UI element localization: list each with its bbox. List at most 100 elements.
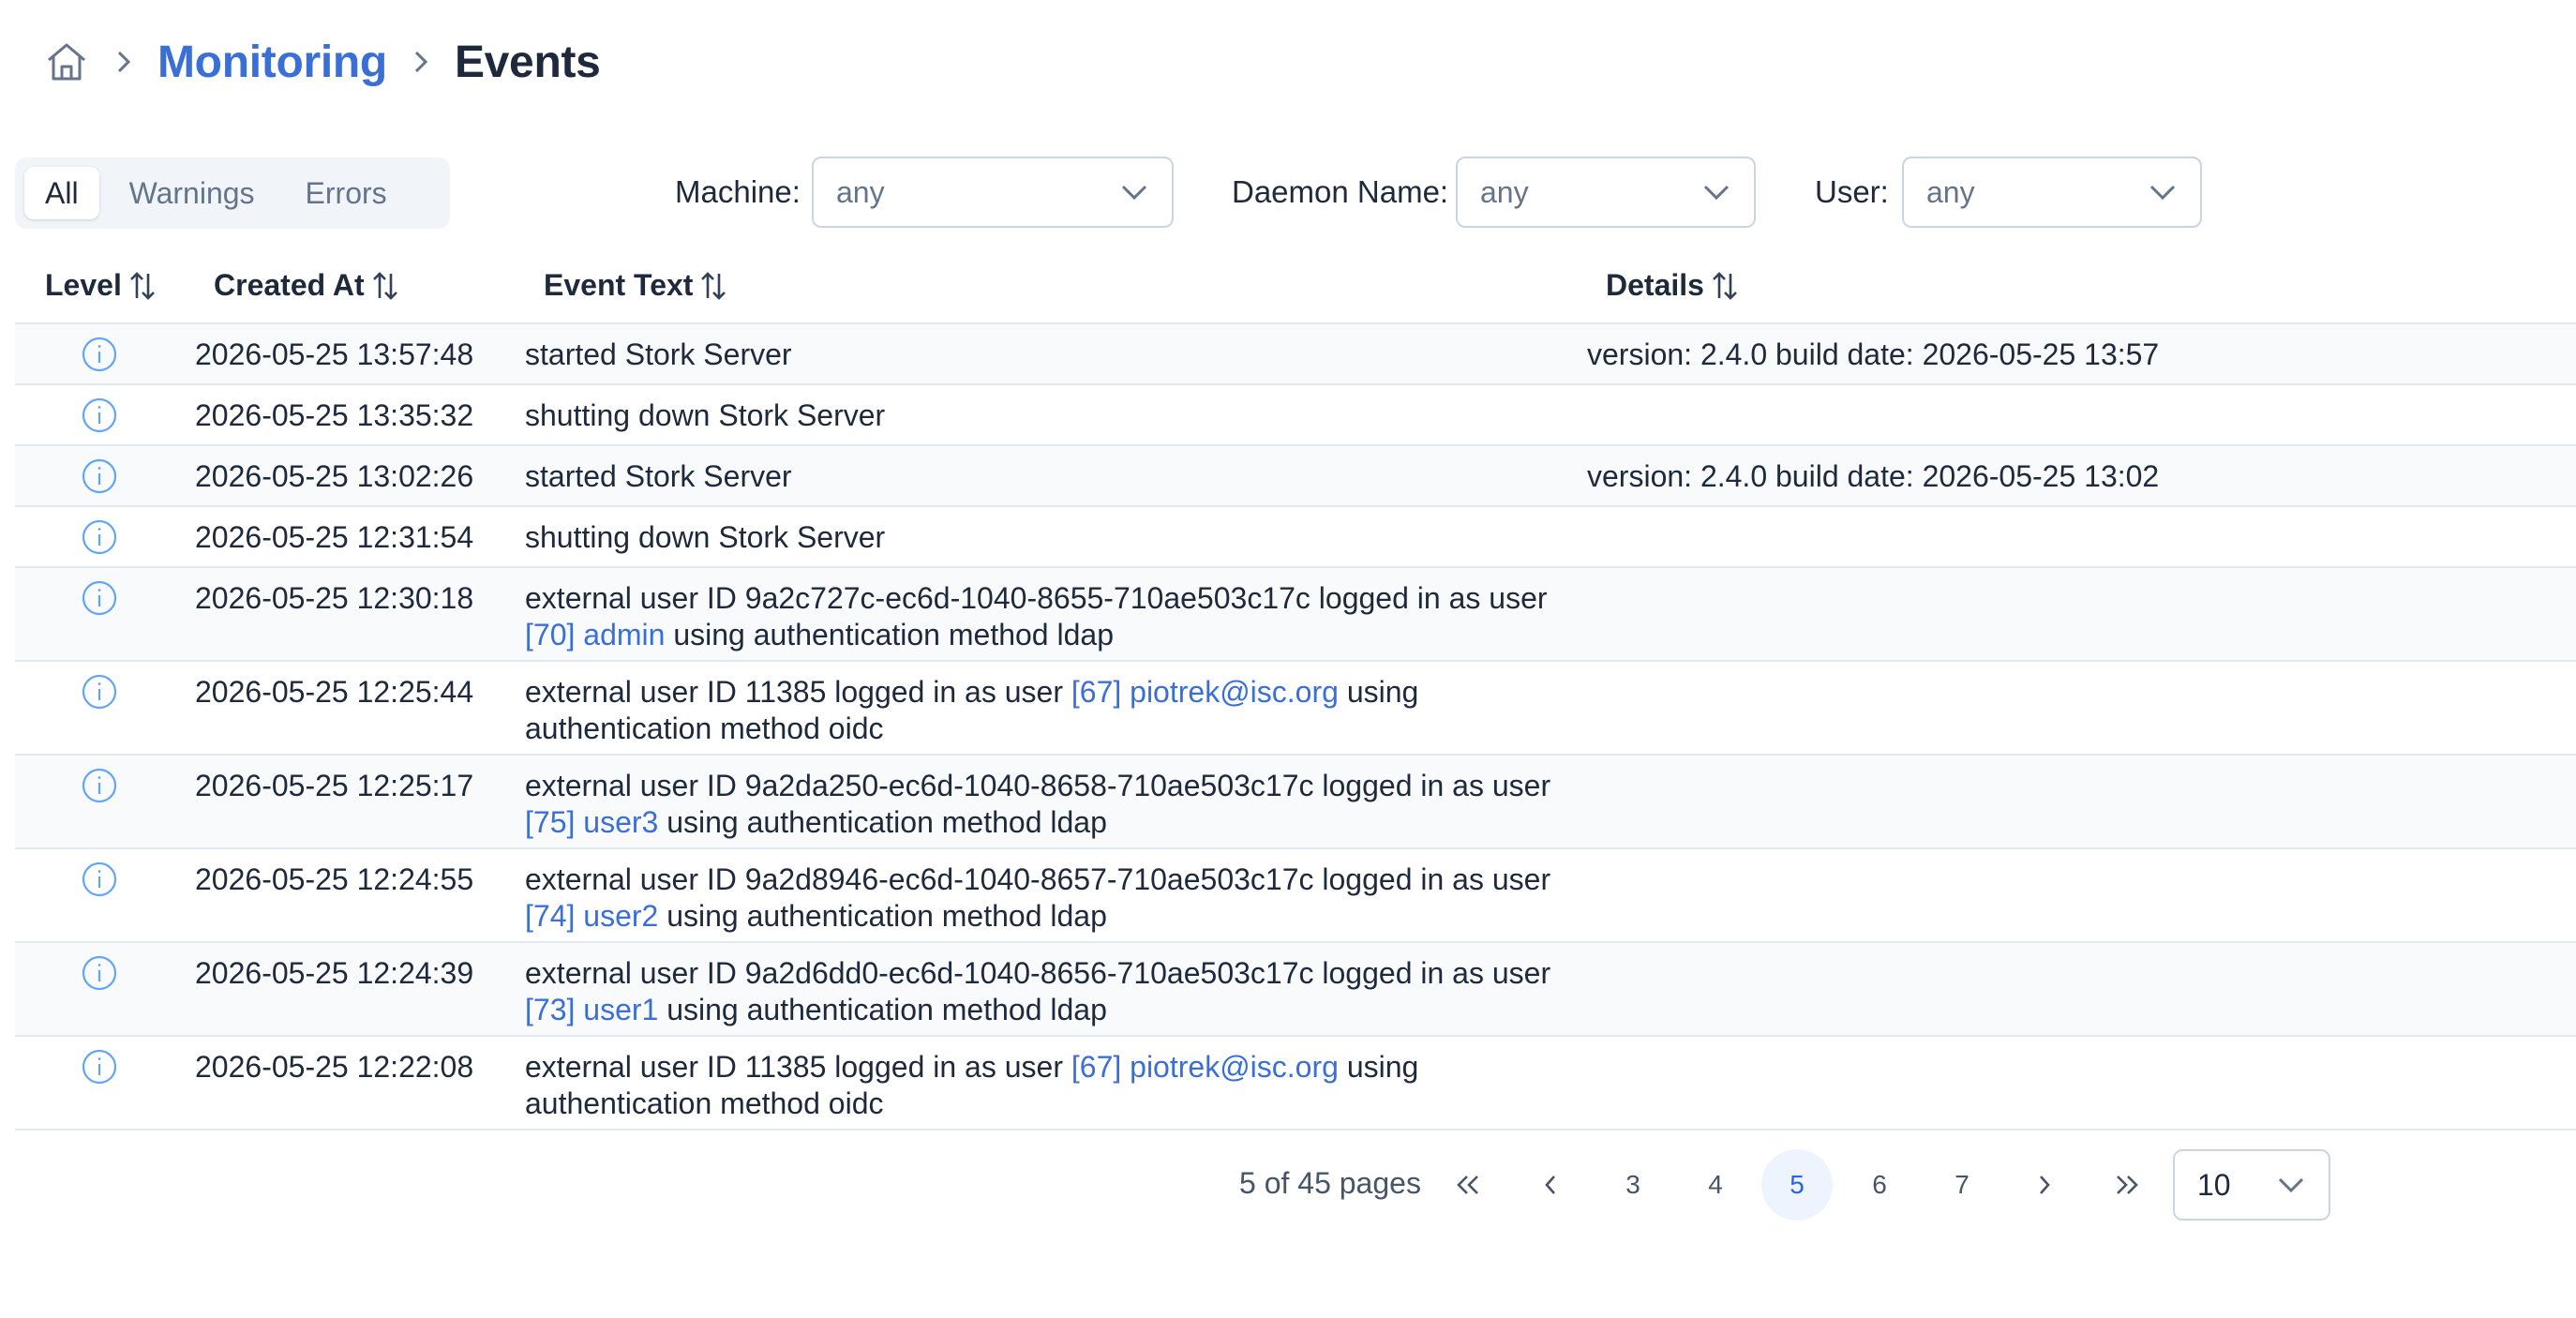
event-text: external user ID 11385 logged in as user (525, 1050, 1071, 1084)
tab-errors[interactable]: Errors (285, 167, 408, 219)
page-button-3[interactable]: 3 (1597, 1149, 1669, 1221)
column-header-created-at[interactable]: Created At (214, 268, 400, 303)
info-icon (82, 674, 117, 710)
info-icon (82, 519, 117, 555)
event-text-cell: started Stork Server (525, 337, 1594, 373)
created-at-cell: 2026-05-25 12:24:39 (195, 956, 474, 990)
chevron-down-icon (1701, 177, 1731, 207)
info-icon (82, 768, 117, 803)
home-icon[interactable] (43, 38, 90, 85)
created-at-cell: 2026-05-25 12:22:08 (195, 1050, 474, 1084)
details-cell: version: 2.4.0 build date: 2026-05-25 13… (1587, 337, 2160, 371)
details-cell: version: 2.4.0 build date: 2026-05-25 13… (1587, 459, 2160, 493)
daemon-select[interactable]: any (1456, 157, 1756, 228)
machine-select[interactable]: any (812, 157, 1174, 228)
table-row: 2026-05-25 12:25:17 external user ID 9a2… (15, 756, 2576, 849)
created-at-cell: 2026-05-25 13:57:48 (195, 337, 474, 371)
first-page-button[interactable] (1432, 1149, 1504, 1221)
user-select-value: any (1926, 174, 1975, 209)
event-text: using authentication method ldap (665, 618, 1114, 652)
sort-icon (129, 271, 155, 300)
info-icon (82, 397, 117, 433)
chevron-down-icon (1119, 177, 1149, 207)
table-row: 2026-05-25 12:31:54 shutting down Stork … (15, 507, 2576, 568)
machine-filter-label: Machine: (675, 174, 801, 209)
double-chevron-right-icon (2117, 1176, 2138, 1194)
breadcrumb-monitoring[interactable]: Monitoring (157, 37, 387, 88)
rows-per-page-select[interactable]: 10 (2173, 1149, 2330, 1221)
event-text: external user ID 9a2d8946-ec6d-1040-8657… (525, 862, 1551, 896)
event-text: using authentication method ldap (658, 993, 1107, 1026)
chevron-down-icon (2148, 177, 2178, 207)
user-filter-label: User: (1815, 174, 1889, 209)
created-at-cell: 2026-05-25 12:31:54 (195, 520, 474, 554)
user-link[interactable]: [73] user1 (525, 993, 658, 1026)
page-button-6[interactable]: 6 (1844, 1149, 1915, 1221)
user-link[interactable]: [67] piotrek@isc.org (1071, 675, 1339, 709)
info-icon (82, 337, 117, 372)
event-text: external user ID 9a2d6dd0-ec6d-1040-8656… (525, 956, 1551, 990)
info-icon (82, 580, 117, 616)
event-text-cell: external user ID 11385 logged in as user… (525, 674, 1462, 747)
sort-icon (1713, 271, 1737, 300)
table-row: 2026-05-25 12:24:55 external user ID 9a2… (15, 849, 2576, 943)
table-header: Level Created At Event Text Details (15, 246, 2576, 324)
table-row: 2026-05-25 13:57:48 started Stork Server… (15, 324, 2576, 385)
event-text-cell: external user ID 9a2d8946-ec6d-1040-8657… (525, 861, 1594, 935)
next-page-button[interactable] (2009, 1149, 2080, 1221)
event-text-cell: external user ID 11385 logged in as user… (525, 1049, 1462, 1122)
user-link[interactable]: [74] user2 (525, 899, 658, 933)
event-text-cell: external user ID 9a2d6dd0-ec6d-1040-8656… (525, 955, 1594, 1028)
rows-per-page-value: 10 (2197, 1167, 2231, 1202)
daemon-select-value: any (1480, 174, 1529, 209)
chevron-right-icon (402, 43, 440, 81)
created-at-cell: 2026-05-25 13:02:26 (195, 459, 474, 493)
chevron-down-icon (2276, 1170, 2306, 1200)
column-header-label: Details (1606, 268, 1704, 302)
table-row: 2026-05-25 13:35:32 shutting down Stork … (15, 385, 2576, 446)
table-row: 2026-05-25 12:24:39 external user ID 9a2… (15, 943, 2576, 1037)
table-row: 2026-05-25 13:02:26 started Stork Server… (15, 446, 2576, 507)
column-header-label: Created At (214, 268, 365, 302)
tab-warnings[interactable]: Warnings (109, 167, 276, 219)
event-text: shutting down Stork Server (525, 398, 886, 432)
page-info: 5 of 45 pages (1239, 1166, 1421, 1200)
sort-icon (372, 271, 397, 300)
level-filter-tabs: All Warnings Errors (15, 157, 450, 229)
created-at-cell: 2026-05-25 12:25:17 (195, 769, 474, 802)
info-icon (82, 861, 117, 897)
event-text-cell: shutting down Stork Server (525, 519, 1594, 556)
created-at-cell: 2026-05-25 12:30:18 (195, 581, 474, 615)
event-text: external user ID 11385 logged in as user (525, 675, 1071, 709)
events-page: Monitoring Events All Warnings Errors Ma… (0, 0, 2576, 1318)
created-at-cell: 2026-05-25 12:24:55 (195, 862, 474, 896)
page-button-4[interactable]: 4 (1680, 1149, 1751, 1221)
event-text: started Stork Server (525, 459, 792, 493)
last-page-button[interactable] (2091, 1149, 2163, 1221)
user-link[interactable]: [70] admin (525, 618, 665, 652)
previous-page-button[interactable] (1515, 1149, 1586, 1221)
column-header-details[interactable]: Details (1606, 268, 1740, 303)
created-at-cell: 2026-05-25 13:35:32 (195, 398, 474, 432)
event-text-cell: shutting down Stork Server (525, 397, 1594, 434)
user-link[interactable]: [75] user3 (525, 805, 658, 839)
event-text: started Stork Server (525, 337, 792, 371)
event-text: using authentication method ldap (658, 899, 1107, 933)
chevron-right-icon (105, 43, 142, 81)
chevron-right-icon (2040, 1176, 2050, 1194)
breadcrumb: Monitoring Events (43, 34, 601, 90)
column-header-event-text[interactable]: Event Text (544, 268, 728, 303)
event-text-cell: started Stork Server (525, 458, 1594, 495)
event-text-cell: external user ID 9a2c727c-ec6d-1040-8655… (525, 580, 1594, 653)
page-button-5-current[interactable]: 5 (1761, 1149, 1833, 1221)
page-button-7[interactable]: 7 (1926, 1149, 1998, 1221)
user-link[interactable]: [67] piotrek@isc.org (1071, 1050, 1339, 1084)
event-text: using authentication method ldap (658, 805, 1107, 839)
column-header-level[interactable]: Level (45, 268, 157, 303)
info-icon (82, 1049, 117, 1085)
info-icon (82, 458, 117, 494)
event-text: shutting down Stork Server (525, 520, 886, 554)
user-select[interactable]: any (1902, 157, 2202, 228)
tab-all[interactable]: All (24, 167, 99, 219)
column-header-label: Level (45, 268, 122, 302)
